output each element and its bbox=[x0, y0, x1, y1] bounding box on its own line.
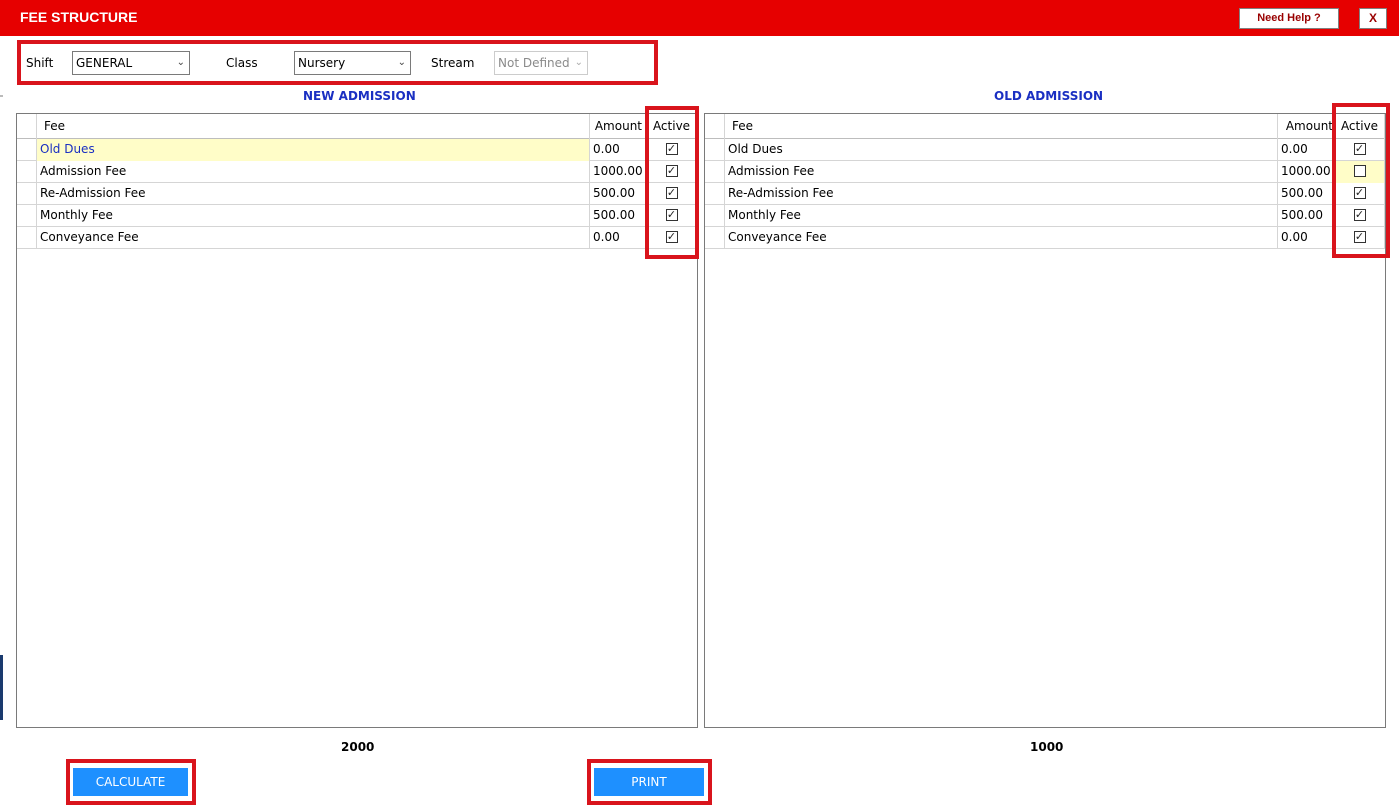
amount-cell[interactable]: 1000.00 bbox=[1278, 161, 1335, 183]
column-header-fee[interactable]: Fee bbox=[725, 114, 1278, 139]
chevron-down-icon: ⌄ bbox=[397, 57, 406, 68]
fee-name-cell[interactable]: Conveyance Fee bbox=[37, 227, 590, 249]
table-row[interactable]: Conveyance Fee 0.00 ✓ bbox=[17, 227, 697, 249]
table-row[interactable]: Monthly Fee 500.00 ✓ bbox=[705, 205, 1385, 227]
row-selector-header bbox=[705, 114, 725, 139]
row-selector[interactable] bbox=[17, 139, 37, 161]
fee-name-cell[interactable]: Monthly Fee bbox=[37, 205, 590, 227]
stream-select[interactable]: Not Defined ⌄ bbox=[494, 51, 588, 75]
amount-cell[interactable]: 0.00 bbox=[590, 139, 647, 161]
row-selector[interactable] bbox=[705, 183, 725, 205]
fee-name-cell[interactable]: Re-Admission Fee bbox=[725, 183, 1278, 205]
amount-cell[interactable]: 500.00 bbox=[590, 205, 647, 227]
fee-name-cell[interactable]: Old Dues bbox=[725, 139, 1278, 161]
row-selector[interactable] bbox=[17, 183, 37, 205]
row-selector-header bbox=[17, 114, 37, 139]
fee-name-cell[interactable]: Admission Fee bbox=[725, 161, 1278, 183]
stream-label: Stream bbox=[431, 56, 475, 70]
amount-cell[interactable]: 0.00 bbox=[1278, 139, 1335, 161]
grid-header-row: Fee Amount Active bbox=[705, 114, 1385, 139]
chevron-down-icon: ⌄ bbox=[574, 57, 583, 68]
print-button[interactable]: PRINT bbox=[594, 768, 704, 796]
class-label: Class bbox=[226, 56, 258, 70]
old-admission-total: 1000 bbox=[1030, 740, 1064, 754]
row-selector[interactable] bbox=[705, 139, 725, 161]
chevron-down-icon: ⌄ bbox=[176, 57, 185, 68]
background-window-edge bbox=[0, 655, 3, 720]
row-selector[interactable] bbox=[705, 227, 725, 249]
class-select[interactable]: Nursery ⌄ bbox=[294, 51, 411, 75]
amount-cell[interactable]: 500.00 bbox=[1278, 183, 1335, 205]
row-selector[interactable] bbox=[705, 161, 725, 183]
table-row[interactable]: Old Dues 0.00 ✓ bbox=[17, 139, 697, 161]
stream-select-value: Not Defined bbox=[498, 56, 570, 70]
amount-cell[interactable]: 500.00 bbox=[590, 183, 647, 205]
new-active-column-highlight bbox=[645, 106, 699, 259]
row-selector[interactable] bbox=[17, 205, 37, 227]
amount-cell[interactable]: 500.00 bbox=[1278, 205, 1335, 227]
new-admission-total: 2000 bbox=[341, 740, 375, 754]
column-header-amount[interactable]: Amount bbox=[590, 114, 647, 139]
column-header-amount[interactable]: Amount bbox=[1278, 114, 1335, 139]
table-row[interactable]: Re-Admission Fee 500.00 ✓ bbox=[705, 183, 1385, 205]
class-select-value: Nursery bbox=[298, 56, 346, 70]
table-row[interactable]: Admission Fee 1000.00 ✓ bbox=[17, 161, 697, 183]
table-row[interactable]: Old Dues 0.00 ✓ bbox=[705, 139, 1385, 161]
amount-cell[interactable]: 0.00 bbox=[1278, 227, 1335, 249]
new-admission-title: NEW ADMISSION bbox=[303, 89, 416, 103]
amount-cell[interactable]: 1000.00 bbox=[590, 161, 647, 183]
row-selector[interactable] bbox=[17, 227, 37, 249]
window-title: FEE STRUCTURE bbox=[20, 9, 138, 25]
old-admission-title: OLD ADMISSION bbox=[994, 89, 1104, 103]
shift-select-value: GENERAL bbox=[76, 56, 133, 70]
fee-name-cell[interactable]: Conveyance Fee bbox=[725, 227, 1278, 249]
fee-name-cell[interactable]: Old Dues bbox=[37, 139, 590, 161]
close-button[interactable]: X bbox=[1359, 8, 1387, 29]
calculate-button[interactable]: CALCULATE bbox=[73, 768, 188, 796]
shift-label: Shift bbox=[26, 56, 54, 70]
grid-header-row: Fee Amount Active bbox=[17, 114, 697, 139]
fee-name-cell[interactable]: Admission Fee bbox=[37, 161, 590, 183]
row-selector[interactable] bbox=[17, 161, 37, 183]
column-header-fee[interactable]: Fee bbox=[37, 114, 590, 139]
old-active-column-highlight bbox=[1332, 103, 1390, 258]
table-row[interactable]: Re-Admission Fee 500.00 ✓ bbox=[17, 183, 697, 205]
table-row[interactable]: Admission Fee 1000.00 bbox=[705, 161, 1385, 183]
row-selector[interactable] bbox=[705, 205, 725, 227]
shift-select[interactable]: GENERAL ⌄ bbox=[72, 51, 190, 75]
new-admission-grid: Fee Amount Active Old Dues 0.00 ✓ Admiss… bbox=[16, 113, 698, 728]
need-help-button[interactable]: Need Help ? bbox=[1239, 8, 1339, 29]
fee-name-cell[interactable]: Re-Admission Fee bbox=[37, 183, 590, 205]
amount-cell[interactable]: 0.00 bbox=[590, 227, 647, 249]
title-bar: FEE STRUCTURE Need Help ? X bbox=[0, 0, 1399, 36]
window-edge-mark bbox=[0, 95, 3, 97]
old-admission-grid: Fee Amount Active Old Dues 0.00 ✓ Admiss… bbox=[704, 113, 1386, 728]
table-row[interactable]: Monthly Fee 500.00 ✓ bbox=[17, 205, 697, 227]
table-row[interactable]: Conveyance Fee 0.00 ✓ bbox=[705, 227, 1385, 249]
fee-name-cell[interactable]: Monthly Fee bbox=[725, 205, 1278, 227]
